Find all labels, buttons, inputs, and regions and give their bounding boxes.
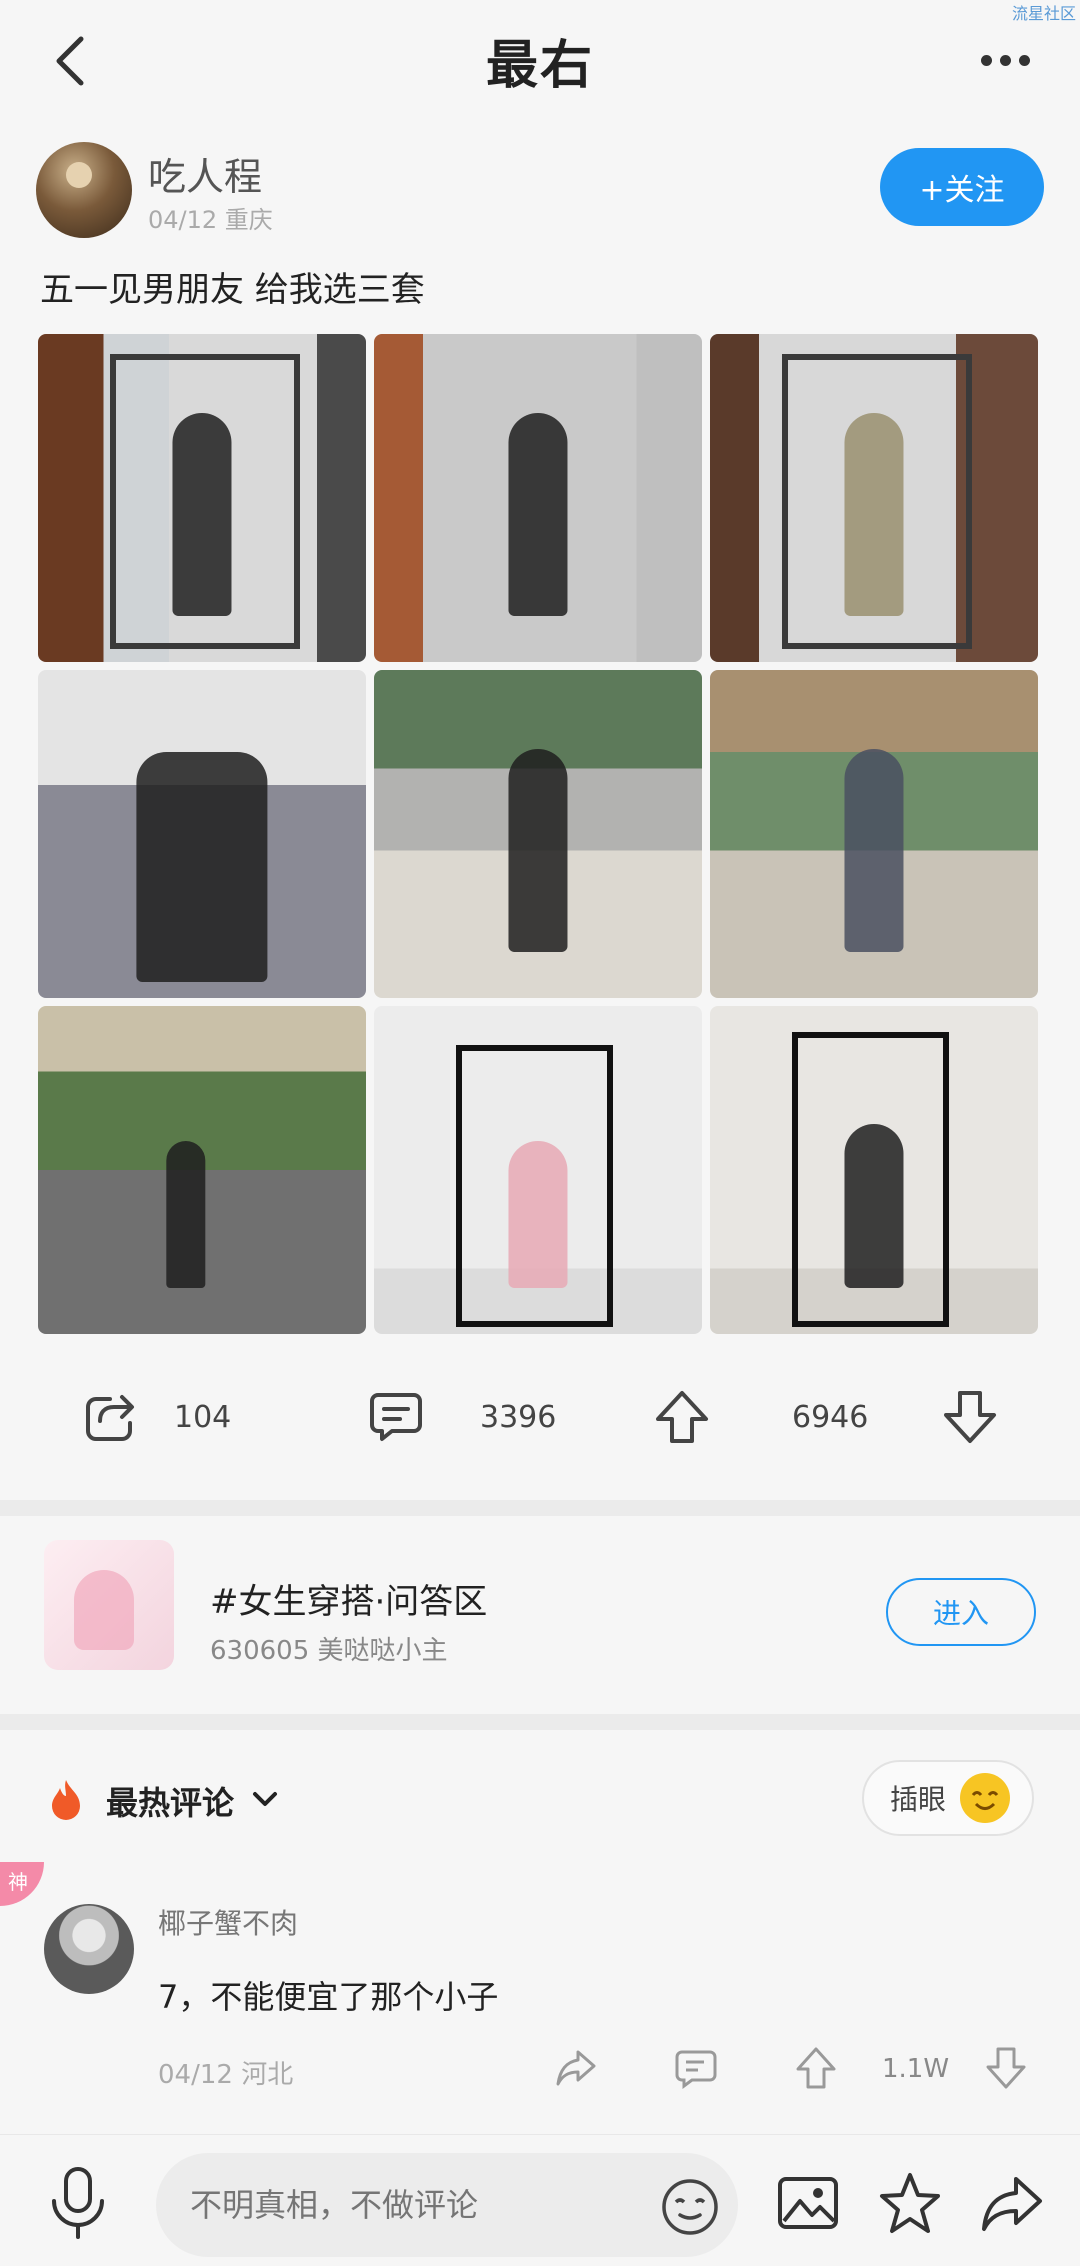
comment-share-button[interactable] xyxy=(552,2044,600,2092)
more-options-button[interactable] xyxy=(970,30,1040,90)
upvote-count: 6946 xyxy=(792,1399,869,1435)
post-image[interactable] xyxy=(374,670,702,998)
back-button[interactable] xyxy=(40,26,100,96)
follow-button[interactable]: +关注 xyxy=(880,148,1044,226)
insert-eye-label: 插眼 xyxy=(890,1783,947,1816)
comment-reply-button[interactable] xyxy=(672,2044,720,2092)
top-bar: 最右 xyxy=(0,0,1080,120)
topic-title: #女生穿搭·问答区 xyxy=(210,1582,488,1622)
comment-action[interactable]: 3396 xyxy=(366,1372,556,1462)
comment-meta: 04/12 河北 xyxy=(158,2060,294,2090)
topic-thumbnail xyxy=(44,1540,174,1670)
post-image[interactable] xyxy=(710,334,1038,662)
author-avatar[interactable] xyxy=(36,142,132,238)
microphone-icon[interactable] xyxy=(46,2165,110,2241)
bottom-comment-bar xyxy=(0,2134,1080,2266)
insert-eye-button[interactable]: 插眼 xyxy=(862,1760,1034,1836)
post-actions: 104 3396 6946 xyxy=(0,1372,1080,1462)
star-icon[interactable] xyxy=(878,2171,942,2235)
author-name[interactable]: 吃人程 xyxy=(148,146,262,201)
dot-icon xyxy=(999,54,1011,66)
upvote-action[interactable]: 6946 xyxy=(652,1372,868,1462)
post-author: 吃人程 04/12 重庆 +关注 xyxy=(36,142,1044,238)
share-icon xyxy=(80,1387,140,1447)
dot-icon xyxy=(980,54,992,66)
share-count: 104 xyxy=(174,1399,232,1435)
comment-input[interactable] xyxy=(156,2153,738,2257)
smile-icon xyxy=(960,1773,1011,1823)
downvote-action[interactable] xyxy=(940,1372,1000,1462)
dot-icon xyxy=(1018,54,1030,66)
post-image[interactable] xyxy=(710,670,1038,998)
arrow-up-icon xyxy=(796,2047,836,2089)
page-title: 最右 xyxy=(485,35,594,96)
post-image[interactable] xyxy=(38,1006,366,1334)
comment-icon xyxy=(366,1387,426,1447)
post-image[interactable] xyxy=(710,1006,1038,1334)
topic-meta: 630605 美哒哒小主 xyxy=(210,1636,448,1666)
chevron-down-icon[interactable] xyxy=(250,1784,280,1814)
commenter-avatar[interactable] xyxy=(44,1904,134,1994)
section-divider xyxy=(0,1714,1080,1730)
post-text: 五一见男朋友 给我选三套 xyxy=(40,270,425,310)
comment-downvote-button[interactable] xyxy=(982,2044,1030,2092)
commenter-name[interactable]: 椰子蟹不肉 xyxy=(158,1902,298,1942)
comment-item: 神 椰子蟹不肉 7，不能便宜了那个小子 04/12 河北 1.1W xyxy=(0,1862,1080,2102)
share-action[interactable]: 104 xyxy=(80,1372,231,1462)
post-image[interactable] xyxy=(374,1006,702,1334)
post-image[interactable] xyxy=(38,334,366,662)
god-comment-badge: 神 xyxy=(0,1862,44,1906)
comment-like-count: 1.1W xyxy=(882,2054,950,2084)
chevron-left-icon xyxy=(56,36,84,86)
topic-card[interactable]: #女生穿搭·问答区 630605 美哒哒小主 进入 xyxy=(0,1530,1080,1700)
comments-header: 最热评论 插眼 xyxy=(0,1760,1080,1840)
image-grid xyxy=(38,334,1040,1336)
comment-text: 7，不能便宜了那个小子 xyxy=(158,1978,499,2016)
comment-upvote-button[interactable] xyxy=(792,2044,840,2092)
fire-icon xyxy=(52,1780,80,1820)
enter-topic-button[interactable]: 进入 xyxy=(886,1578,1036,1646)
post-meta: 04/12 重庆 xyxy=(148,206,273,234)
comment-count: 3396 xyxy=(480,1399,557,1435)
arrow-down-icon xyxy=(940,1387,1000,1447)
emoji-icon[interactable] xyxy=(660,2177,720,2237)
comment-icon xyxy=(675,2050,717,2089)
image-icon[interactable] xyxy=(776,2171,840,2235)
post-image[interactable] xyxy=(38,670,366,998)
section-divider xyxy=(0,1500,1080,1516)
post-image[interactable] xyxy=(374,334,702,662)
share-arrow-icon xyxy=(556,2050,596,2086)
share-icon[interactable] xyxy=(980,2171,1044,2235)
arrow-up-icon xyxy=(652,1387,712,1447)
arrow-down-icon xyxy=(986,2047,1026,2089)
comment-sort-label[interactable]: 最热评论 xyxy=(106,1778,234,1824)
